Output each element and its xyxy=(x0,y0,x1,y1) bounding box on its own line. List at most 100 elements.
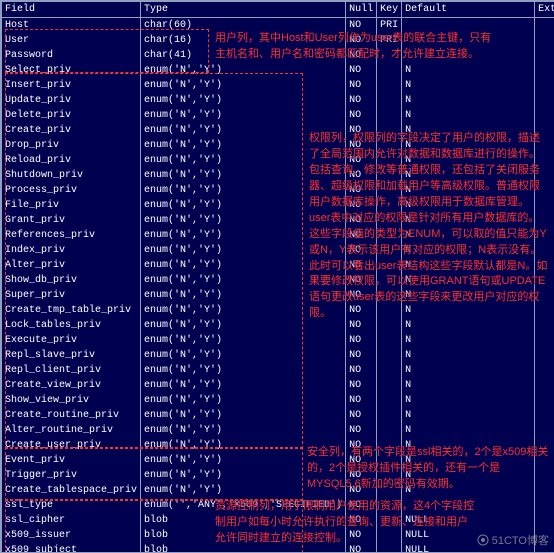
cell-field: Event_priv xyxy=(2,453,141,468)
cell-extra xyxy=(535,438,554,453)
cell-extra xyxy=(535,483,554,498)
cell-null: NO xyxy=(346,93,377,108)
cell-field: References_priv xyxy=(2,228,141,243)
table-row: Passwordchar(41)NO xyxy=(2,48,554,63)
cell-default: N xyxy=(402,108,535,123)
cell-default: N xyxy=(402,483,535,498)
hdr-null: Null xyxy=(346,2,377,18)
watermark-icon xyxy=(477,534,489,546)
cell-type: enum('N','Y') xyxy=(141,78,346,93)
cell-null: NO xyxy=(346,228,377,243)
table-row: Create_tablespace_privenum('N','Y')NON xyxy=(2,483,554,498)
cell-field: ssl_cipher xyxy=(2,513,141,528)
cell-key xyxy=(377,153,402,168)
cell-null: NO xyxy=(346,213,377,228)
cell-extra xyxy=(535,273,554,288)
cell-null: NO xyxy=(346,33,377,48)
cell-extra xyxy=(535,363,554,378)
cell-type: enum('N','Y') xyxy=(141,108,346,123)
cell-type: enum('N','Y') xyxy=(141,318,346,333)
cell-field: Drop_priv xyxy=(2,138,141,153)
cell-key xyxy=(377,423,402,438)
table-row: Select_privenum('N','Y')NON xyxy=(2,63,554,78)
cell-null: NO xyxy=(346,288,377,303)
cell-field: Password xyxy=(2,48,141,63)
cell-default: N xyxy=(402,63,535,78)
cell-default xyxy=(402,48,535,63)
cell-extra xyxy=(535,153,554,168)
cell-extra xyxy=(535,63,554,78)
table-row: ssl_cipherblobNONULL xyxy=(2,513,554,528)
cell-default: N xyxy=(402,423,535,438)
table-row: Repl_client_privenum('N','Y')NON xyxy=(2,363,554,378)
cell-extra xyxy=(535,168,554,183)
cell-default: N xyxy=(402,363,535,378)
table-row: File_privenum('N','Y')NON xyxy=(2,198,554,213)
table-row: Repl_slave_privenum('N','Y')NON xyxy=(2,348,554,363)
cell-type: enum('N','Y') xyxy=(141,483,346,498)
cell-default: N xyxy=(402,198,535,213)
watermark: 51CTO博客 xyxy=(477,534,549,548)
cell-type: enum('N','Y') xyxy=(141,183,346,198)
cell-extra xyxy=(535,468,554,483)
cell-type: enum('N','Y') xyxy=(141,168,346,183)
cell-key xyxy=(377,123,402,138)
cell-type: enum('N','Y') xyxy=(141,348,346,363)
cell-extra xyxy=(535,228,554,243)
cell-extra xyxy=(535,78,554,93)
cell-extra xyxy=(535,318,554,333)
cell-field: Alter_routine_priv xyxy=(2,423,141,438)
table-row: Alter_privenum('N','Y')NON xyxy=(2,258,554,273)
cell-null: NO xyxy=(346,348,377,363)
table-row: Delete_privenum('N','Y')NON xyxy=(2,108,554,123)
cell-default: N xyxy=(402,168,535,183)
cell-default: N xyxy=(402,138,535,153)
cell-null: NO xyxy=(346,48,377,63)
cell-null: NO xyxy=(346,63,377,78)
cell-key xyxy=(377,213,402,228)
cell-field: User xyxy=(2,33,141,48)
table-row: Super_privenum('N','Y')NON xyxy=(2,288,554,303)
cell-field: ssl_type xyxy=(2,498,141,513)
cell-default: N xyxy=(402,273,535,288)
cell-default: N xyxy=(402,78,535,93)
cell-type: enum('N','Y') xyxy=(141,333,346,348)
cell-type: char(41) xyxy=(141,48,346,63)
cell-type: enum('N','Y') xyxy=(141,243,346,258)
cell-field: Create_user_priv xyxy=(2,438,141,453)
cell-type: enum('N','Y') xyxy=(141,138,346,153)
cell-null: NO xyxy=(346,363,377,378)
cell-key xyxy=(377,348,402,363)
hdr-key: Key xyxy=(377,2,402,18)
table-row: Create_user_privenum('N','Y')NON xyxy=(2,438,554,453)
cell-extra xyxy=(535,408,554,423)
cell-extra xyxy=(535,348,554,363)
cell-field: Delete_priv xyxy=(2,108,141,123)
cell-key xyxy=(377,108,402,123)
cell-field: Show_db_priv xyxy=(2,273,141,288)
cell-type: enum('N','Y') xyxy=(141,228,346,243)
cell-field: Create_tablespace_priv xyxy=(2,483,141,498)
cell-default: N xyxy=(402,468,535,483)
cell-field: Create_priv xyxy=(2,123,141,138)
cell-key: PRI xyxy=(377,18,402,34)
table-row: Execute_privenum('N','Y')NON xyxy=(2,333,554,348)
cell-null: NO xyxy=(346,153,377,168)
table-row: Hostchar(60)NOPRI xyxy=(2,18,554,34)
cell-field: Index_priv xyxy=(2,243,141,258)
cell-default: N xyxy=(402,348,535,363)
cell-default: N xyxy=(402,153,535,168)
cell-key xyxy=(377,408,402,423)
cell-key xyxy=(377,513,402,528)
cell-default: N xyxy=(402,393,535,408)
cell-type: blob xyxy=(141,513,346,528)
cell-null: NO xyxy=(346,183,377,198)
cell-key xyxy=(377,498,402,513)
cell-field: Process_priv xyxy=(2,183,141,198)
cell-key xyxy=(377,183,402,198)
cell-extra xyxy=(535,288,554,303)
cell-extra xyxy=(535,378,554,393)
cell-key xyxy=(377,363,402,378)
cell-key xyxy=(377,453,402,468)
cell-type: enum('N','Y') xyxy=(141,393,346,408)
